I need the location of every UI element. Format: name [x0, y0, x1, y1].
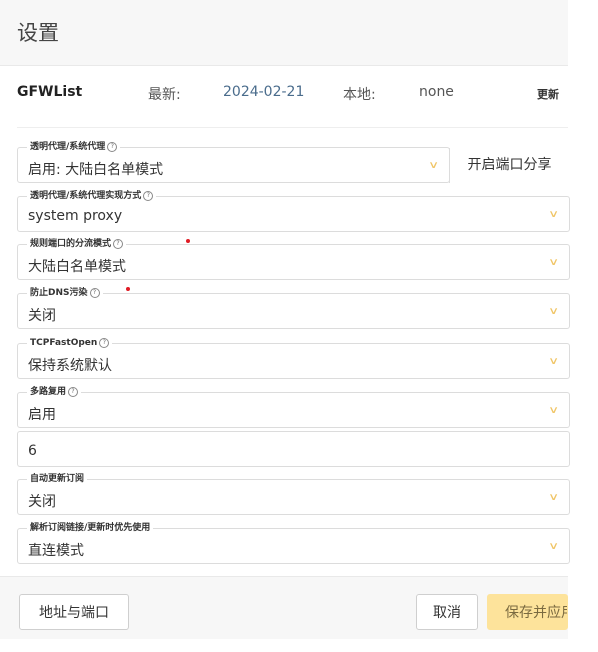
gfwlist-latest-date: 2024-02-21	[223, 84, 305, 100]
proxy-impl-legend: 透明代理/系统代理实现方式?	[27, 190, 157, 202]
dns-pollution-value: 关闭	[28, 308, 56, 324]
proxy-impl-select[interactable]: 透明代理/系统代理实现方式? system proxy ∨	[17, 190, 570, 232]
help-icon[interactable]: ?	[99, 338, 110, 348]
help-icon[interactable]: ?	[68, 387, 79, 397]
gfwlist-local-value: none	[419, 84, 454, 100]
help-icon[interactable]: ?	[89, 288, 100, 298]
proxy-mode-value: 启用: 大陆白名单模式	[28, 162, 164, 178]
rule-port-mode-legend: 规则端口的分流模式?	[27, 238, 127, 250]
rule-port-mode-select[interactable]: 规则端口的分流模式? 大陆白名单模式 ∨	[17, 238, 570, 280]
dns-pollution-legend: 防止DNS污染?	[27, 287, 103, 299]
mux-select[interactable]: 多路复用? 启用 ∨	[17, 386, 570, 428]
auto-update-legend: 自动更新订阅	[27, 473, 88, 485]
help-icon[interactable]: ?	[113, 239, 124, 249]
chevron-down-icon: ∨	[547, 405, 559, 416]
required-dot	[126, 287, 130, 291]
proxy-mode-select[interactable]: 透明代理/系统代理? 启用: 大陆白名单模式 ∨	[17, 141, 450, 183]
required-dot	[186, 239, 190, 243]
chevron-down-icon: ∨	[547, 209, 559, 220]
proxy-impl-value: system proxy	[28, 208, 123, 224]
subscription-resolve-value: 直连模式	[28, 543, 84, 559]
divider	[17, 127, 568, 128]
chevron-down-icon: ∨	[427, 160, 439, 171]
tcp-fast-open-legend: TCPFastOpen?	[27, 337, 113, 349]
mux-value: 启用	[28, 407, 56, 423]
help-icon[interactable]: ?	[107, 142, 118, 152]
chevron-down-icon: ∨	[547, 356, 559, 367]
gfwlist-latest-label: 最新:	[148, 87, 181, 103]
save-apply-button[interactable]: 保存并应用	[487, 594, 568, 630]
auto-update-value: 关闭	[28, 494, 56, 510]
subscription-resolve-select[interactable]: 解析订阅链接/更新时优先使用 直连模式 ∨	[17, 522, 570, 564]
help-icon[interactable]: ?	[143, 191, 154, 201]
proxy-mode-legend: 透明代理/系统代理?	[27, 141, 121, 153]
mux-legend: 多路复用?	[27, 386, 82, 398]
subscription-resolve-legend: 解析订阅链接/更新时优先使用	[27, 522, 154, 534]
mux-concurrency-input[interactable]: 6	[17, 431, 570, 467]
dialog-header: 设置	[0, 0, 568, 66]
chevron-down-icon: ∨	[547, 257, 559, 268]
tcp-fast-open-select[interactable]: TCPFastOpen? 保持系统默认 ∨	[17, 337, 570, 379]
gfwlist-update-button[interactable]: 更新	[537, 86, 559, 102]
rule-port-mode-value: 大陆白名单模式	[28, 259, 126, 275]
dns-pollution-select[interactable]: 防止DNS污染? 关闭 ∨	[17, 287, 570, 329]
mux-concurrency-value: 6	[28, 443, 37, 459]
port-sharing-button[interactable]: 开启端口分享	[449, 148, 569, 183]
chevron-down-icon: ∨	[547, 541, 559, 552]
chevron-down-icon: ∨	[547, 306, 559, 317]
gfwlist-name: GFWList	[17, 84, 83, 100]
address-port-button[interactable]: 地址与端口	[19, 594, 129, 630]
settings-dialog: 设置 GFWList 最新: 2024-02-21 本地: none 更新 透明…	[0, 0, 570, 639]
tcp-fast-open-value: 保持系统默认	[28, 358, 112, 374]
gfwlist-row: GFWList 最新: 2024-02-21 本地: none 更新	[0, 76, 568, 108]
dialog-footer: 地址与端口 取消 保存并应用	[0, 576, 568, 639]
cancel-button[interactable]: 取消	[416, 594, 478, 630]
chevron-down-icon: ∨	[547, 492, 559, 503]
dialog-title: 设置	[17, 21, 59, 45]
gfwlist-local-label: 本地:	[343, 87, 376, 103]
auto-update-select[interactable]: 自动更新订阅 关闭 ∨	[17, 473, 570, 515]
